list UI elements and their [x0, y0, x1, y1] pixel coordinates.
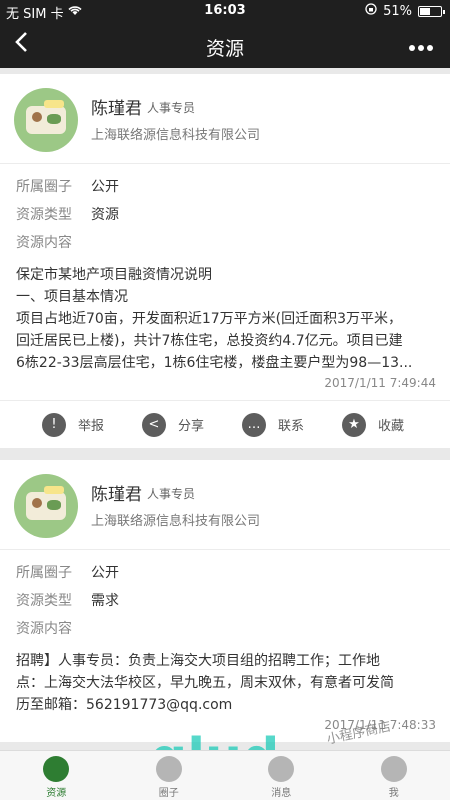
- tab-circles[interactable]: 圈子: [113, 751, 226, 800]
- battery-percent: 51%: [383, 3, 412, 19]
- action-label: 联系: [278, 419, 305, 434]
- globe-icon: [43, 756, 70, 782]
- poster-name: 陈瑾君: [91, 99, 142, 119]
- more-button[interactable]: [408, 30, 434, 58]
- nav-bar: 资源: [0, 22, 450, 68]
- resource-meta: 所属圈子 公开 资源类型 资源 资源内容: [0, 164, 450, 256]
- content-line: 回迁居民已上楼)，共计7栋住宅，总投资约4.7亿元。项目已建: [16, 333, 403, 349]
- star-icon: ★: [342, 412, 366, 437]
- message-icon: …: [242, 412, 266, 437]
- report-button[interactable]: ! 举报: [42, 412, 142, 437]
- post-timestamp: 2017/1/11 7:49:44: [324, 376, 436, 390]
- tab-messages[interactable]: 消息: [225, 751, 338, 800]
- content-line: 招聘】人事专员：负责上海交大项目组的招聘工作；工作地: [16, 653, 380, 669]
- more-dots-icon: [409, 45, 433, 51]
- poster-role: 人事专员: [147, 101, 196, 115]
- meta-row-type: 资源类型 资源: [16, 200, 434, 228]
- user-icon: [380, 756, 407, 782]
- content-line: 项目占地近70亩，开发面积近17万平方米(回迁面积3万平米，: [16, 311, 402, 327]
- meta-label: 所属圈子: [16, 179, 72, 195]
- content-line: 点：上海交大法华校区，早九晚五，周末双休，有意者可发简: [16, 675, 394, 691]
- meta-label: 资源内容: [16, 235, 72, 251]
- battery-fill: [420, 7, 430, 15]
- meta-row-type: 资源类型 需求: [16, 586, 434, 614]
- resource-content[interactable]: 招聘】人事专员：负责上海交大项目组的招聘工作；工作地 点：上海交大法华校区，早九…: [0, 642, 450, 716]
- poster-company: 上海联络源信息科技有限公司: [91, 514, 261, 529]
- tab-label: 圈子: [158, 788, 179, 799]
- meta-label: 资源类型: [16, 207, 72, 223]
- poster-company: 上海联络源信息科技有限公司: [91, 128, 261, 143]
- content-line: 6栋22-33层高层住宅，1栋6住宅楼，楼盘主要户型为98—13...: [16, 355, 413, 371]
- meta-row-content: 资源内容: [16, 614, 434, 642]
- poster-role: 人事专员: [147, 487, 196, 501]
- content-line: 一、项目基本情况: [16, 289, 128, 305]
- tab-label: 我: [388, 788, 399, 799]
- contact-button[interactable]: … 联系: [242, 412, 342, 437]
- message-icon: [268, 756, 295, 782]
- report-icon: !: [42, 412, 66, 437]
- share-icon: <: [142, 412, 166, 437]
- resource-content[interactable]: 保定市某地产项目融资情况说明 一、项目基本情况 项目占地近70亩，开发面积近17…: [0, 256, 450, 374]
- resource-feed: 陈瑾君 人事专员 上海联络源信息科技有限公司 所属圈子 公开 资源类型 资源 资…: [0, 74, 450, 742]
- poster-profile[interactable]: 陈瑾君 人事专员 上海联络源信息科技有限公司: [0, 460, 450, 550]
- resource-card[interactable]: 陈瑾君 人事专员 上海联络源信息科技有限公司 所属圈子 公开 资源类型 需求 资…: [0, 460, 450, 742]
- action-label: 收藏: [378, 419, 405, 434]
- meta-value: 公开: [91, 565, 119, 581]
- meta-row-circle: 所属圈子 公开: [16, 172, 434, 200]
- status-bar: 无 SIM 卡 16:03 51%: [0, 0, 450, 22]
- meta-value: 资源: [91, 207, 119, 223]
- tab-label: 消息: [271, 788, 292, 799]
- avatar[interactable]: [14, 88, 78, 152]
- content-line: 历至邮箱：562191773@qq.com: [16, 697, 233, 713]
- action-label: 分享: [178, 419, 205, 434]
- meta-label: 资源类型: [16, 593, 72, 609]
- status-right: 51%: [365, 3, 445, 19]
- page-title: 资源: [205, 38, 244, 60]
- avatar[interactable]: [14, 474, 78, 538]
- orientation-lock-icon: [365, 3, 377, 19]
- tab-bar: 资源 圈子 消息 我: [0, 750, 450, 800]
- post-timestamp: 2017/1/11 7:48:33: [324, 718, 436, 732]
- tab-resources[interactable]: 资源: [0, 751, 113, 800]
- meta-row-circle: 所属圈子 公开: [16, 558, 434, 586]
- meta-label: 资源内容: [16, 621, 72, 637]
- battery-icon: [418, 5, 445, 17]
- meta-value: 公开: [91, 179, 119, 195]
- favorite-button[interactable]: ★ 收藏: [342, 412, 442, 437]
- meta-value: 需求: [91, 593, 119, 609]
- content-line: 保定市某地产项目融资情况说明: [16, 267, 212, 283]
- resource-card[interactable]: 陈瑾君 人事专员 上海联络源信息科技有限公司 所属圈子 公开 资源类型 资源 资…: [0, 74, 450, 448]
- circle-group-icon: [155, 756, 182, 782]
- meta-row-content: 资源内容: [16, 228, 434, 256]
- action-bar: ! 举报 < 分享 … 联系 ★ 收藏: [0, 400, 450, 448]
- action-label: 举报: [78, 419, 105, 434]
- meta-label: 所属圈子: [16, 565, 72, 581]
- resource-meta: 所属圈子 公开 资源类型 需求 资源内容: [0, 550, 450, 642]
- tab-label: 资源: [46, 788, 67, 799]
- share-button[interactable]: < 分享: [142, 412, 242, 437]
- poster-profile[interactable]: 陈瑾君 人事专员 上海联络源信息科技有限公司: [0, 74, 450, 164]
- tab-me[interactable]: 我: [338, 751, 450, 800]
- poster-name: 陈瑾君: [91, 485, 142, 505]
